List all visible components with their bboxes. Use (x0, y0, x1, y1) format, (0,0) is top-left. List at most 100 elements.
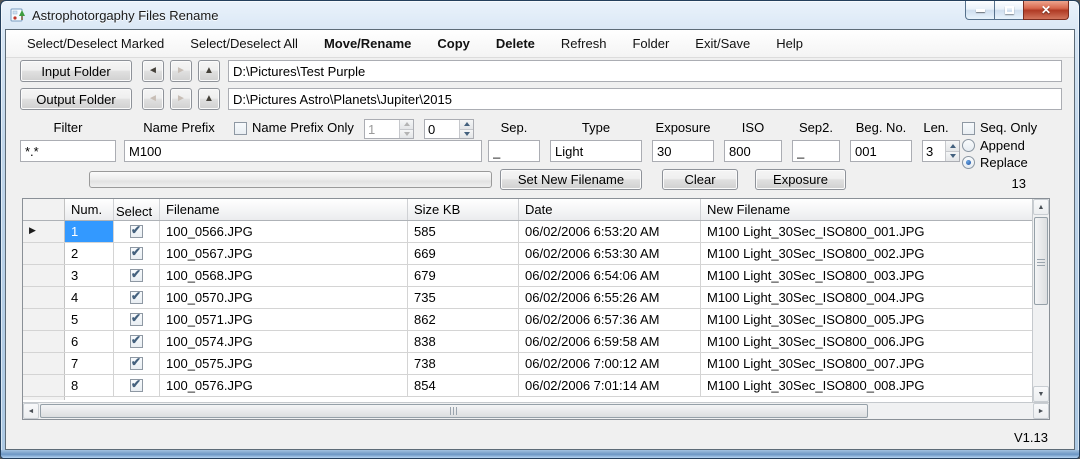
spinner-down-icon[interactable] (946, 151, 959, 162)
clear-button[interactable]: Clear (662, 169, 738, 190)
iso-input[interactable] (724, 140, 782, 162)
cell-num[interactable]: 1 (65, 221, 114, 242)
row-selector[interactable] (23, 287, 65, 308)
input-back-button[interactable]: ◄ (142, 60, 164, 82)
spinner-up-icon[interactable] (946, 141, 959, 151)
filter-input[interactable] (20, 140, 116, 162)
minimize-button[interactable] (965, 1, 995, 20)
header-num[interactable]: Num. (65, 199, 114, 220)
cell-size-kb[interactable]: 838 (408, 331, 519, 352)
menu-folder[interactable]: Folder (619, 32, 682, 55)
cell-select[interactable] (114, 375, 160, 396)
cell-filename[interactable]: 100_0566.JPG (160, 221, 408, 242)
header-date[interactable]: Date (519, 199, 701, 220)
checkbox-checked-icon[interactable] (130, 313, 143, 326)
set-new-filename-button[interactable]: Set New Filename (500, 169, 642, 190)
checkbox-checked-icon[interactable] (130, 335, 143, 348)
prefix-num1-value[interactable] (365, 120, 399, 138)
header-row-selector[interactable] (23, 199, 65, 220)
cell-size-kb[interactable]: 735 (408, 287, 519, 308)
title-bar[interactable]: Astrophotorgaphy Files Rename ✕ (1, 1, 1079, 29)
spinner-up-icon[interactable] (460, 120, 473, 129)
cell-num[interactable]: 2 (65, 243, 114, 264)
cell-filename[interactable]: 100_0568.JPG (160, 265, 408, 286)
cell-filename[interactable]: 100_0574.JPG (160, 331, 408, 352)
cell-new-filename[interactable]: M100 Light_30Sec_ISO800_001.JPG (701, 221, 1032, 242)
scroll-up-icon[interactable]: ▲ (1033, 199, 1049, 215)
cell-new-filename[interactable]: M100 Light_30Sec_ISO800_007.JPG (701, 353, 1032, 374)
cell-num[interactable]: 4 (65, 287, 114, 308)
menu-move-rename[interactable]: Move/Rename (311, 32, 424, 55)
maximize-button[interactable] (994, 1, 1024, 20)
close-button[interactable]: ✕ (1023, 1, 1069, 20)
cell-size-kb[interactable]: 738 (408, 353, 519, 374)
len-spinner[interactable] (922, 140, 960, 162)
menu-help[interactable]: Help (763, 32, 816, 55)
cell-select[interactable] (114, 331, 160, 352)
cell-size-kb[interactable]: 862 (408, 309, 519, 330)
cell-date[interactable]: 06/02/2006 6:55:26 AM (519, 287, 701, 308)
sep-input[interactable] (488, 140, 540, 162)
cell-num[interactable]: 5 (65, 309, 114, 330)
checkbox-checked-icon[interactable] (130, 247, 143, 260)
row-selector[interactable] (23, 331, 65, 352)
cell-new-filename[interactable]: M100 Light_30Sec_ISO800_004.JPG (701, 287, 1032, 308)
output-back-button[interactable]: ◄ (142, 88, 164, 110)
cell-new-filename[interactable]: M100 Light_30Sec_ISO800_003.JPG (701, 265, 1032, 286)
output-folder-path[interactable] (228, 88, 1062, 110)
cell-new-filename[interactable]: M100 Light_30Sec_ISO800_008.JPG (701, 375, 1032, 396)
menu-select-deselect-all[interactable]: Select/Deselect All (177, 32, 311, 55)
cell-filename[interactable]: 100_0567.JPG (160, 243, 408, 264)
cell-num[interactable]: 3 (65, 265, 114, 286)
input-folder-button[interactable]: Input Folder (20, 60, 132, 82)
sep2-input[interactable] (792, 140, 840, 162)
row-selector[interactable] (23, 375, 65, 396)
exposure-button[interactable]: Exposure (755, 169, 846, 190)
output-forward-button[interactable]: ► (170, 88, 192, 110)
header-size-kb[interactable]: Size KB (408, 199, 519, 220)
cell-new-filename[interactable]: M100 Light_30Sec_ISO800_005.JPG (701, 309, 1032, 330)
cell-select[interactable] (114, 265, 160, 286)
row-selector[interactable] (23, 353, 65, 374)
header-select[interactable]: Select (114, 199, 160, 220)
cell-filename[interactable]: 100_0571.JPG (160, 309, 408, 330)
checkbox-checked-icon[interactable] (130, 357, 143, 370)
spinner-down-icon[interactable] (460, 129, 473, 139)
cell-size-kb[interactable]: 679 (408, 265, 519, 286)
row-selector[interactable] (23, 265, 65, 286)
type-input[interactable] (550, 140, 642, 162)
input-folder-path[interactable] (228, 60, 1062, 82)
menu-exit-save[interactable]: Exit/Save (682, 32, 763, 55)
header-new-filename[interactable]: New Filename (701, 199, 1032, 220)
scroll-left-icon[interactable]: ◄ (23, 403, 39, 419)
cell-date[interactable]: 06/02/2006 6:53:20 AM (519, 221, 701, 242)
len-value[interactable] (923, 141, 945, 161)
horizontal-scrollbar[interactable]: ◄ ► (23, 402, 1049, 419)
scroll-right-icon[interactable]: ► (1033, 403, 1049, 419)
menu-copy[interactable]: Copy (424, 32, 483, 55)
exposure-input[interactable] (652, 140, 714, 162)
cell-filename[interactable]: 100_0575.JPG (160, 353, 408, 374)
cell-date[interactable]: 06/02/2006 6:53:30 AM (519, 243, 701, 264)
replace-radio[interactable] (962, 156, 975, 169)
vertical-scrollbar[interactable]: ▲ ▼ (1032, 199, 1049, 402)
checkbox-checked-icon[interactable] (130, 291, 143, 304)
cell-num[interactable]: 8 (65, 375, 114, 396)
horizontal-scroll-track[interactable] (39, 403, 1033, 419)
menu-refresh[interactable]: Refresh (548, 32, 620, 55)
prefix-num2-value[interactable] (425, 120, 459, 138)
checkbox-checked-icon[interactable] (130, 225, 143, 238)
menu-select-deselect-marked[interactable]: Select/Deselect Marked (14, 32, 177, 55)
cell-select[interactable] (114, 309, 160, 330)
cell-size-kb[interactable]: 669 (408, 243, 519, 264)
header-filename[interactable]: Filename (160, 199, 408, 220)
checkbox-checked-icon[interactable] (130, 379, 143, 392)
output-up-button[interactable]: ▲ (198, 88, 220, 110)
vertical-scroll-thumb[interactable] (1034, 217, 1048, 305)
row-selector[interactable] (23, 309, 65, 330)
row-selector[interactable] (23, 243, 65, 264)
spinner-up-icon[interactable] (400, 120, 413, 129)
cell-size-kb[interactable]: 854 (408, 375, 519, 396)
spinner-down-icon[interactable] (400, 129, 413, 139)
cell-select[interactable] (114, 353, 160, 374)
